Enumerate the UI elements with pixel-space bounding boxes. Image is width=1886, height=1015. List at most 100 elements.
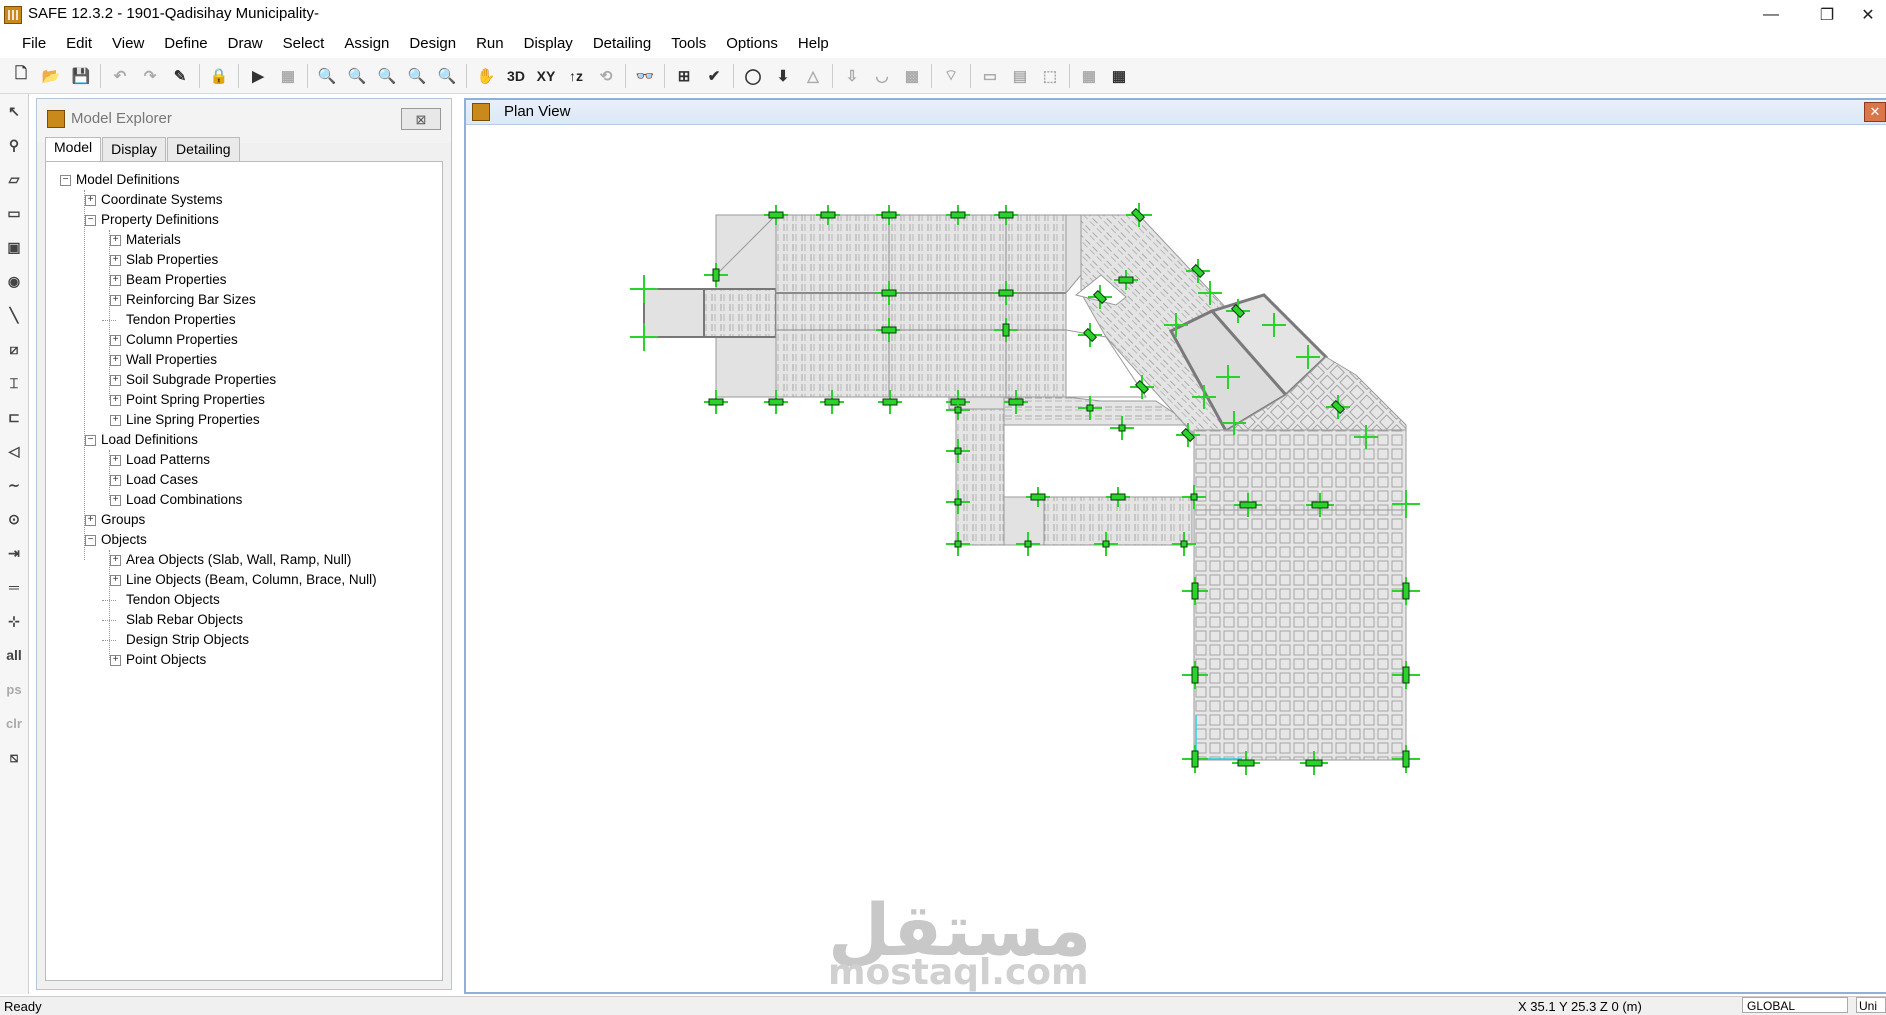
clear-selection-button[interactable]: clr xyxy=(0,706,28,740)
tree-item[interactable]: + Point Objects xyxy=(46,650,436,670)
table-icon[interactable]: ▦ xyxy=(1106,62,1132,90)
punching-shear-icon[interactable]: ⬚ xyxy=(1037,62,1063,90)
view-xy-button[interactable]: XY xyxy=(533,62,559,90)
tree-item[interactable]: + Coordinate Systems xyxy=(46,190,436,210)
tree-item[interactable]: + Load Combinations xyxy=(46,490,436,510)
draw-opening-icon[interactable]: ◉ xyxy=(0,264,28,298)
run-analysis-icon[interactable]: ▶ xyxy=(245,62,271,90)
redo-icon[interactable]: ↷ xyxy=(137,62,163,90)
close-button[interactable]: ✕ xyxy=(1850,0,1886,30)
tree-expand-icon[interactable]: + xyxy=(110,295,121,306)
waffle-slab-main[interactable] xyxy=(1193,429,1407,511)
tree-item[interactable]: + Point Spring Properties xyxy=(46,390,436,410)
tree-collapse-icon[interactable]: − xyxy=(85,535,96,546)
point-load-icon[interactable]: ⇩ xyxy=(839,62,865,90)
menu-view[interactable]: View xyxy=(102,30,154,58)
draw-line-icon[interactable]: ╲ xyxy=(0,298,28,332)
draw-slab-icon[interactable]: ▱ xyxy=(0,162,28,196)
draw-rectangle-icon[interactable]: ▭ xyxy=(0,196,28,230)
tree-expand-icon[interactable]: + xyxy=(110,235,121,246)
triangle-icon[interactable]: △ xyxy=(800,62,826,90)
tree-expand-icon[interactable]: + xyxy=(110,335,121,346)
waffle-slab-lower[interactable] xyxy=(1193,509,1407,761)
slab-vertical-ribbed[interactable] xyxy=(955,408,1005,546)
tree-item[interactable]: + Load Cases xyxy=(46,470,436,490)
select-objects-icon[interactable]: ⊞ xyxy=(671,62,697,90)
tree-item[interactable]: − Objects xyxy=(46,530,436,550)
menu-help[interactable]: Help xyxy=(788,30,839,58)
intersecting-line-select-icon[interactable]: ⧅ xyxy=(0,740,28,774)
tree-item[interactable]: + Area Objects (Slab, Wall, Ramp, Null) xyxy=(46,550,436,570)
tree-item[interactable]: + Beam Properties xyxy=(46,270,436,290)
draw-point-icon[interactable]: ⊙ xyxy=(0,502,28,536)
lock-icon[interactable]: 🔒 xyxy=(206,62,232,90)
tree-item[interactable]: + Slab Properties xyxy=(46,250,436,270)
zoom-fit-icon[interactable]: 🔍 xyxy=(374,62,400,90)
minimize-button[interactable]: — xyxy=(1748,0,1794,30)
tab-detailing[interactable]: Detailing xyxy=(167,137,240,161)
contour-icon[interactable]: ▩ xyxy=(899,62,925,90)
tree-collapse-icon[interactable]: − xyxy=(85,215,96,226)
tree-expand-icon[interactable]: + xyxy=(110,375,121,386)
select-all-button[interactable]: all xyxy=(0,638,28,672)
menu-options[interactable]: Options xyxy=(716,30,788,58)
tree-item[interactable]: Tendon Properties xyxy=(46,310,436,330)
draw-beam-icon[interactable]: ⧄ xyxy=(0,332,28,366)
model-explorer-close-button[interactable]: ⊠ xyxy=(401,108,441,130)
pencil-icon[interactable]: ✎ xyxy=(167,62,193,90)
menu-detailing[interactable]: Detailing xyxy=(583,30,661,58)
menu-draw[interactable]: Draw xyxy=(218,30,273,58)
menu-file[interactable]: File xyxy=(12,30,56,58)
tree-item[interactable]: Design Strip Objects xyxy=(46,630,436,650)
draw-tendon-icon[interactable]: ∼ xyxy=(0,468,28,502)
snap-icon[interactable]: ⊹ xyxy=(0,604,28,638)
coordinate-system-dropdown[interactable]: GLOBAL xyxy=(1742,997,1848,1013)
tree-expand-icon[interactable]: + xyxy=(110,415,121,426)
design-strip-icon[interactable]: ═ xyxy=(0,570,28,604)
slab-connector-band[interactable] xyxy=(1003,396,1187,426)
view-3d-button[interactable]: 3D xyxy=(503,62,529,90)
tree-expand-icon[interactable]: + xyxy=(85,195,96,206)
reshape-icon[interactable]: ⚲ xyxy=(0,128,28,162)
tree-item[interactable]: + Materials xyxy=(46,230,436,250)
tree-expand-icon[interactable]: + xyxy=(110,355,121,366)
tree-expand-icon[interactable]: + xyxy=(110,255,121,266)
tree-item[interactable]: + Reinforcing Bar Sizes xyxy=(46,290,436,310)
tree-collapse-icon[interactable]: − xyxy=(85,435,96,446)
tree-item[interactable]: − Property Definitions xyxy=(46,210,436,230)
menu-tools[interactable]: Tools xyxy=(661,30,716,58)
menu-run[interactable]: Run xyxy=(466,30,514,58)
tree-item[interactable]: Slab Rebar Objects xyxy=(46,610,436,630)
menu-define[interactable]: Define xyxy=(154,30,217,58)
slab-main-ribbed[interactable] xyxy=(775,214,1067,398)
menu-select[interactable]: Select xyxy=(273,30,335,58)
tree-item[interactable]: + Line Spring Properties xyxy=(46,410,436,430)
plan-view-canvas[interactable] xyxy=(466,125,1884,993)
view-z-button[interactable]: ↑z xyxy=(563,62,589,90)
open-folder-icon[interactable]: 📂 xyxy=(38,62,64,90)
slab-forces-icon[interactable]: ▤ xyxy=(1007,62,1033,90)
save-icon[interactable]: 💾 xyxy=(68,62,94,90)
run-grid-icon[interactable]: ▦ xyxy=(275,62,301,90)
zoom-window-icon[interactable]: 🔍 xyxy=(314,62,340,90)
reaction-icon[interactable]: ⌔ xyxy=(938,62,964,90)
menu-assign[interactable]: Assign xyxy=(334,30,399,58)
previous-selection-button[interactable]: ps xyxy=(0,672,28,706)
tree-expand-icon[interactable]: + xyxy=(85,515,96,526)
restore-button[interactable]: ❐ xyxy=(1804,0,1850,30)
tree-expand-icon[interactable]: + xyxy=(110,455,121,466)
zoom-in-icon[interactable]: 🔍 xyxy=(404,62,430,90)
deformed-shape-icon[interactable]: ◡ xyxy=(869,62,895,90)
plan-view-close-button[interactable]: ✕ xyxy=(1864,102,1886,122)
tree-item[interactable]: + Line Objects (Beam, Column, Brace, Null… xyxy=(46,570,436,590)
rotate-view-icon[interactable]: ⟲ xyxy=(593,62,619,90)
menu-display[interactable]: Display xyxy=(514,30,583,58)
zoom-restore-icon[interactable]: 🔍 xyxy=(344,62,370,90)
load-arrow-icon[interactable]: ⬇ xyxy=(770,62,796,90)
draw-wall-icon[interactable]: ⊏ xyxy=(0,400,28,434)
pan-hand-icon[interactable]: ✋ xyxy=(473,62,499,90)
dimension-icon[interactable]: ⇥ xyxy=(0,536,28,570)
tree-item[interactable]: − Model Definitions xyxy=(46,170,436,190)
checkmark-icon[interactable]: ✔ xyxy=(701,62,727,90)
tab-display[interactable]: Display xyxy=(102,137,167,161)
